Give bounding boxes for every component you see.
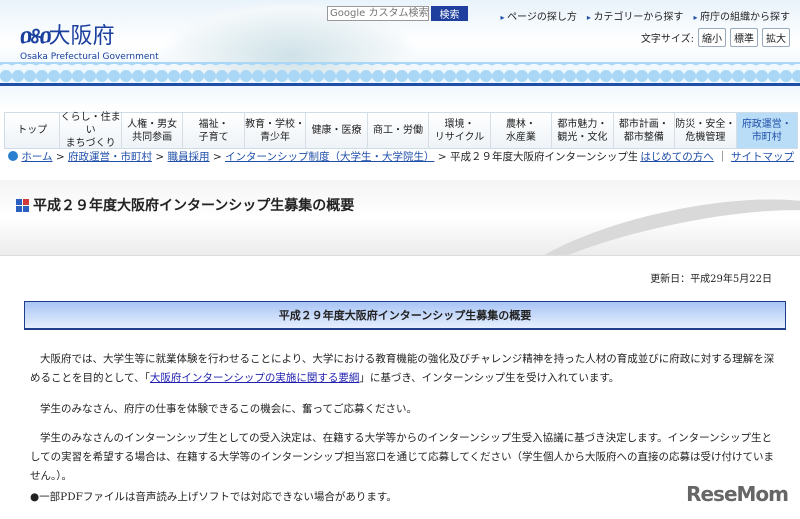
nav-item[interactable]: 人権・男女 共同参画 [122, 113, 184, 148]
site-header: ዐ୫ዐ大阪府 Osaka Prefectural Government 検索 ペ… [0, 0, 800, 110]
sitemap-link[interactable]: サイトマップ [731, 151, 794, 163]
watermark-logo: ReseMom [686, 482, 789, 506]
font-smaller-button[interactable]: 縮小 [698, 28, 726, 47]
intro-text-end: 」に基づき、インターンシップ生を受け入れています。 [359, 372, 620, 384]
breadcrumb-link[interactable]: インターンシップ制度（大学生・大学院生） [225, 151, 434, 163]
paragraph-acceptance: 学生のみなさんのインターンシップ生としての受入決定は、在籍する大学等からのインタ… [30, 432, 775, 482]
breadcrumb-link[interactable]: 府政運営・市町村 [68, 151, 152, 163]
first-visit-link[interactable]: はじめての方へ [640, 151, 714, 163]
nav-item[interactable]: 教育・学校・ 青少年 [245, 113, 307, 148]
nav-item[interactable]: 福祉・ 子育て [183, 113, 245, 148]
nav-item[interactable]: 防災・安全・ 危機管理 [675, 113, 737, 148]
nav-item[interactable]: 都市計画・ 都市整備 [614, 113, 676, 148]
page-title-wrap: 平成２９年度大阪府インターンシップ生募集の概要 [16, 195, 354, 215]
nav-item[interactable]: 健康・医療 [306, 113, 368, 148]
logo-english: Osaka Prefectural Government [20, 52, 159, 62]
nav-item[interactable]: 都市魅力・ 観光・文化 [552, 113, 614, 148]
font-standard-button[interactable]: 標準 [730, 28, 758, 47]
help-links: はじめての方へ ｜ サイトマップ [636, 151, 794, 164]
section-heading: 平成２９年度大阪府インターンシップ生募集の概要 [24, 301, 786, 330]
decorative-swoosh [492, 180, 800, 255]
font-larger-button[interactable]: 拡大 [762, 28, 790, 47]
title-squares-icon [16, 198, 29, 212]
title-band: 平成２９年度大阪府インターンシップ生募集の概要 [0, 180, 800, 256]
nav-item[interactable]: 商工・労働 [368, 113, 430, 148]
page-title: 平成２９年度大阪府インターンシップ生募集の概要 [33, 198, 355, 214]
search-input[interactable] [327, 6, 429, 21]
link-page-guide[interactable]: ページの探し方 [501, 8, 577, 23]
nav-item[interactable]: 環境・ リサイクル [429, 113, 491, 148]
font-size-controls: 文字サイズ: 縮小 標準 拡大 [641, 28, 790, 47]
breadcrumb-link[interactable]: ホーム [21, 151, 52, 163]
breadcrumb: ホーム > 府政運営・市町村 > 職員採用 > インターンシップ制度（大学生・大… [8, 151, 794, 164]
breadcrumb-link[interactable]: 職員採用 [168, 151, 210, 163]
nav-item-active[interactable]: 府政運営・ 市町村 [736, 113, 798, 148]
paragraph-intro: 大阪府では、大学生等に就業体験を行わせることにより、大学における教育機能の強化及… [30, 350, 782, 388]
search-button[interactable]: 検索 [431, 6, 468, 21]
updated-date: 更新日：平成29年5月22日 [650, 274, 772, 285]
search-form: 検索 [327, 6, 468, 21]
pdf-note: ●一部PDFファイルは音声読み上げソフトでは対応できない場合があります。 [30, 491, 397, 503]
nav-item[interactable]: 農林・ 水産業 [491, 113, 553, 148]
header-divider [0, 83, 800, 86]
nav-item[interactable]: トップ [5, 113, 61, 148]
logo-mark-icon: ዐ୫ዐ [20, 24, 52, 49]
skyline-illustration [0, 62, 800, 84]
paragraph-invite: 学生のみなさん、府庁の仕事を体験できるこの機会に、奮ってご応募ください。 [40, 403, 417, 415]
nav-item[interactable]: くらし・住まい まちづくり [60, 112, 122, 149]
font-size-label: 文字サイズ: [640, 34, 694, 45]
site-logo[interactable]: ዐ୫ዐ大阪府 Osaka Prefectural Government [20, 18, 159, 62]
guidelines-link[interactable]: 大阪府インターンシップの実施に関する要綱 [150, 372, 359, 384]
utility-links: ページの探し方 カテゴリーから探す 府庁の組織から探す [501, 8, 790, 23]
logo-text: 大阪府 [48, 24, 115, 49]
global-nav: トップ くらし・住まい まちづくり 人権・男女 共同参画 福祉・ 子育て 教育・… [4, 112, 798, 149]
link-category[interactable]: カテゴリーから探す [587, 8, 683, 23]
arrow-circle-icon [8, 151, 18, 161]
link-organization[interactable]: 府庁の組織から探す [693, 8, 790, 23]
